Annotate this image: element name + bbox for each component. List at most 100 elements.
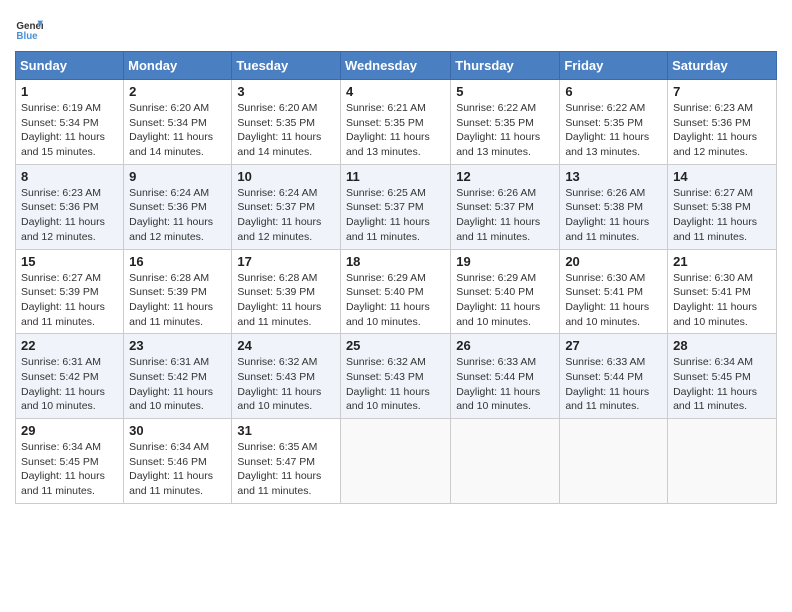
day-number: 22 [21, 338, 118, 353]
day-number: 14 [673, 169, 771, 184]
day-number: 10 [237, 169, 335, 184]
calendar-cell: 30 Sunrise: 6:34 AMSunset: 5:46 PMDayligh… [124, 419, 232, 504]
calendar-table: SundayMondayTuesdayWednesdayThursdayFrid… [15, 51, 777, 504]
day-number: 25 [346, 338, 445, 353]
day-number: 17 [237, 254, 335, 269]
calendar-cell: 2 Sunrise: 6:20 AMSunset: 5:34 PMDaylight… [124, 80, 232, 165]
calendar-cell: 9Sunrise: 6:24 AMSunset: 5:36 PMDaylight… [124, 164, 232, 249]
calendar-cell: 18 Sunrise: 6:29 AMSunset: 5:40 PMDayligh… [340, 249, 450, 334]
weekday-header-saturday: Saturday [668, 52, 777, 80]
day-info: Sunrise: 6:34 AMSunset: 5:46 PMDaylight:… [129, 440, 226, 499]
day-number: 5 [456, 84, 554, 99]
day-info: Sunrise: 6:27 AMSunset: 5:38 PMDaylight:… [673, 186, 771, 245]
calendar-cell: 15 Sunrise: 6:27 AMSunset: 5:39 PMDayligh… [16, 249, 124, 334]
calendar-cell [340, 419, 450, 504]
calendar-cell: 4 Sunrise: 6:21 AMSunset: 5:35 PMDaylight… [340, 80, 450, 165]
day-number: 18 [346, 254, 445, 269]
calendar-cell: 1 Sunrise: 6:19 AMSunset: 5:34 PMDaylight… [16, 80, 124, 165]
calendar-cell: 29Sunrise: 6:34 AMSunset: 5:45 PMDayligh… [16, 419, 124, 504]
day-info: Sunrise: 6:19 AMSunset: 5:34 PMDaylight:… [21, 101, 118, 160]
day-info: Sunrise: 6:33 AMSunset: 5:44 PMDaylight:… [456, 355, 554, 414]
calendar-cell: 21 Sunrise: 6:30 AMSunset: 5:41 PMDayligh… [668, 249, 777, 334]
day-info: Sunrise: 6:29 AMSunset: 5:40 PMDaylight:… [346, 271, 445, 330]
calendar-cell: 17 Sunrise: 6:28 AMSunset: 5:39 PMDayligh… [232, 249, 341, 334]
day-number: 21 [673, 254, 771, 269]
calendar-cell [451, 419, 560, 504]
day-number: 15 [21, 254, 118, 269]
day-info: Sunrise: 6:29 AMSunset: 5:40 PMDaylight:… [456, 271, 554, 330]
day-number: 30 [129, 423, 226, 438]
day-number: 8 [21, 169, 118, 184]
day-number: 27 [565, 338, 662, 353]
day-info: Sunrise: 6:23 AMSunset: 5:36 PMDaylight:… [21, 186, 118, 245]
day-number: 1 [21, 84, 118, 99]
day-info: Sunrise: 6:20 AMSunset: 5:34 PMDaylight:… [129, 101, 226, 160]
calendar-cell: 12 Sunrise: 6:26 AMSunset: 5:37 PMDayligh… [451, 164, 560, 249]
weekday-header-thursday: Thursday [451, 52, 560, 80]
calendar-cell: 20 Sunrise: 6:30 AMSunset: 5:41 PMDayligh… [560, 249, 668, 334]
calendar-cell: 19 Sunrise: 6:29 AMSunset: 5:40 PMDayligh… [451, 249, 560, 334]
day-info: Sunrise: 6:27 AMSunset: 5:39 PMDaylight:… [21, 271, 118, 330]
calendar-cell: 13 Sunrise: 6:26 AMSunset: 5:38 PMDayligh… [560, 164, 668, 249]
day-info: Sunrise: 6:25 AMSunset: 5:37 PMDaylight:… [346, 186, 445, 245]
day-info: Sunrise: 6:34 AMSunset: 5:45 PMDaylight:… [21, 440, 118, 499]
weekday-header-tuesday: Tuesday [232, 52, 341, 80]
day-info: Sunrise: 6:30 AMSunset: 5:41 PMDaylight:… [565, 271, 662, 330]
calendar-cell: 22 Sunrise: 6:31 AMSunset: 5:42 PMDayligh… [16, 334, 124, 419]
calendar-cell: 31 Sunrise: 6:35 AMSunset: 5:47 PMDayligh… [232, 419, 341, 504]
day-info: Sunrise: 6:26 AMSunset: 5:37 PMDaylight:… [456, 186, 554, 245]
weekday-header-wednesday: Wednesday [340, 52, 450, 80]
day-number: 4 [346, 84, 445, 99]
svg-text:Blue: Blue [16, 31, 38, 42]
weekday-header-sunday: Sunday [16, 52, 124, 80]
day-number: 13 [565, 169, 662, 184]
day-info: Sunrise: 6:33 AMSunset: 5:44 PMDaylight:… [565, 355, 662, 414]
calendar-cell: 8 Sunrise: 6:23 AMSunset: 5:36 PMDaylight… [16, 164, 124, 249]
day-info: Sunrise: 6:20 AMSunset: 5:35 PMDaylight:… [237, 101, 335, 160]
calendar-cell: 6 Sunrise: 6:22 AMSunset: 5:35 PMDaylight… [560, 80, 668, 165]
calendar-cell: 23 Sunrise: 6:31 AMSunset: 5:42 PMDayligh… [124, 334, 232, 419]
day-number: 9 [129, 169, 226, 184]
day-number: 23 [129, 338, 226, 353]
day-info: Sunrise: 6:31 AMSunset: 5:42 PMDaylight:… [129, 355, 226, 414]
calendar-cell [560, 419, 668, 504]
day-info: Sunrise: 6:35 AMSunset: 5:47 PMDaylight:… [237, 440, 335, 499]
day-number: 20 [565, 254, 662, 269]
day-number: 2 [129, 84, 226, 99]
day-info: Sunrise: 6:26 AMSunset: 5:38 PMDaylight:… [565, 186, 662, 245]
calendar-cell: 26 Sunrise: 6:33 AMSunset: 5:44 PMDayligh… [451, 334, 560, 419]
logo: General Blue [15, 15, 47, 43]
day-info: Sunrise: 6:30 AMSunset: 5:41 PMDaylight:… [673, 271, 771, 330]
calendar-cell: 10 Sunrise: 6:24 AMSunset: 5:37 PMDayligh… [232, 164, 341, 249]
day-info: Sunrise: 6:24 AMSunset: 5:37 PMDaylight:… [237, 186, 335, 245]
day-number: 11 [346, 169, 445, 184]
calendar-cell: 24Sunrise: 6:32 AMSunset: 5:43 PMDayligh… [232, 334, 341, 419]
calendar-cell: 3Sunrise: 6:20 AMSunset: 5:35 PMDaylight… [232, 80, 341, 165]
calendar-cell: 16 Sunrise: 6:28 AMSunset: 5:39 PMDayligh… [124, 249, 232, 334]
day-number: 19 [456, 254, 554, 269]
day-info: Sunrise: 6:31 AMSunset: 5:42 PMDaylight:… [21, 355, 118, 414]
day-info: Sunrise: 6:28 AMSunset: 5:39 PMDaylight:… [129, 271, 226, 330]
calendar-cell: 28 Sunrise: 6:34 AMSunset: 5:45 PMDayligh… [668, 334, 777, 419]
day-info: Sunrise: 6:21 AMSunset: 5:35 PMDaylight:… [346, 101, 445, 160]
weekday-header-friday: Friday [560, 52, 668, 80]
calendar-cell: 25Sunrise: 6:32 AMSunset: 5:43 PMDayligh… [340, 334, 450, 419]
day-info: Sunrise: 6:34 AMSunset: 5:45 PMDaylight:… [673, 355, 771, 414]
day-info: Sunrise: 6:23 AMSunset: 5:36 PMDaylight:… [673, 101, 771, 160]
day-info: Sunrise: 6:22 AMSunset: 5:35 PMDaylight:… [456, 101, 554, 160]
day-number: 12 [456, 169, 554, 184]
calendar-cell: 5 Sunrise: 6:22 AMSunset: 5:35 PMDaylight… [451, 80, 560, 165]
day-number: 31 [237, 423, 335, 438]
day-number: 28 [673, 338, 771, 353]
day-number: 7 [673, 84, 771, 99]
day-number: 6 [565, 84, 662, 99]
calendar-cell: 14 Sunrise: 6:27 AMSunset: 5:38 PMDayligh… [668, 164, 777, 249]
day-info: Sunrise: 6:22 AMSunset: 5:35 PMDaylight:… [565, 101, 662, 160]
day-info: Sunrise: 6:32 AMSunset: 5:43 PMDaylight:… [237, 355, 335, 414]
calendar-cell: 27 Sunrise: 6:33 AMSunset: 5:44 PMDayligh… [560, 334, 668, 419]
day-info: Sunrise: 6:28 AMSunset: 5:39 PMDaylight:… [237, 271, 335, 330]
calendar-cell: 11 Sunrise: 6:25 AMSunset: 5:37 PMDayligh… [340, 164, 450, 249]
day-number: 16 [129, 254, 226, 269]
weekday-header-monday: Monday [124, 52, 232, 80]
day-number: 26 [456, 338, 554, 353]
